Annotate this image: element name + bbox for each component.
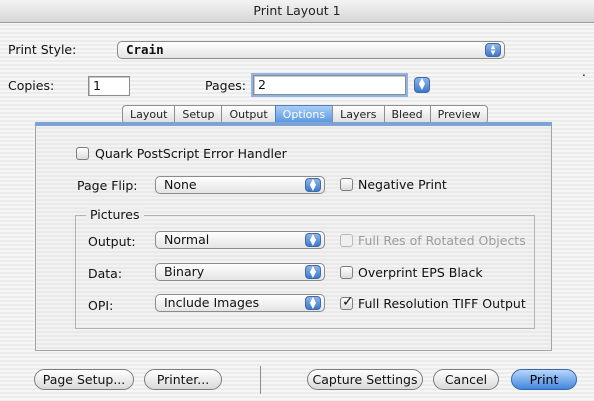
copies-label: Copies:	[8, 78, 55, 93]
pictures-group-title: Pictures	[86, 207, 144, 222]
overprint-eps-checkbox[interactable]	[340, 266, 353, 279]
negative-print-label: Negative Print	[358, 177, 447, 192]
cancel-button[interactable]: Cancel	[433, 369, 499, 390]
pages-field[interactable]: 2	[253, 75, 406, 95]
printer-button[interactable]: Printer...	[144, 369, 222, 390]
full-res-tiff-label: Full Resolution TIFF Output	[358, 296, 526, 311]
page-setup-button[interactable]: Page Setup...	[34, 369, 134, 390]
error-handler-label: Quark PostScript Error Handler	[95, 146, 287, 161]
print-button[interactable]: Print	[511, 369, 577, 390]
opi-label: OPI:	[88, 298, 114, 313]
button-separator	[260, 366, 261, 394]
error-handler-checkbox[interactable]	[76, 147, 89, 160]
window-title: Print Layout 1	[0, 0, 594, 23]
panel-divider	[35, 122, 552, 126]
print-style-popup[interactable]: Crain ▲ ▼	[117, 41, 505, 59]
negative-print-checkbox[interactable]	[340, 178, 353, 191]
data-label: Data:	[88, 266, 123, 281]
output-label: Output:	[88, 234, 136, 249]
pages-popup-arrows-icon[interactable]: ▲ ▼	[414, 77, 430, 93]
opi-popup[interactable]: Include Images ▲ ▼	[155, 294, 325, 312]
popup-arrows-icon: ▲ ▼	[305, 178, 321, 192]
opi-value: Include Images	[164, 295, 260, 310]
popup-arrows-icon: ▲ ▼	[485, 43, 501, 57]
print-style-value: Crain	[126, 42, 164, 57]
full-res-rotated-label: Full Res of Rotated Objects	[358, 233, 526, 248]
print-style-label: Print Style:	[8, 42, 77, 57]
checkmark-icon: ✓	[342, 294, 354, 310]
output-popup[interactable]: Normal ▲ ▼	[155, 231, 325, 249]
output-value: Normal	[164, 232, 210, 247]
full-res-rotated-checkbox	[340, 234, 353, 247]
popup-arrows-icon: ▲ ▼	[305, 296, 321, 310]
data-value: Binary	[164, 264, 205, 279]
full-res-tiff-checkbox[interactable]: ✓	[340, 294, 354, 310]
popup-arrows-icon: ▲ ▼	[305, 265, 321, 279]
window-edge-mark: .	[582, 65, 586, 79]
print-dialog: Print Layout 1 . Print Style: Crain ▲ ▼ C…	[0, 0, 594, 401]
page-flip-label: Page Flip:	[77, 178, 138, 193]
data-popup[interactable]: Binary ▲ ▼	[155, 263, 325, 281]
page-flip-popup[interactable]: None ▲ ▼	[155, 176, 325, 194]
capture-settings-button[interactable]: Capture Settings	[307, 369, 423, 390]
pages-label: Pages:	[205, 78, 246, 93]
copies-field[interactable]: 1	[88, 76, 130, 96]
overprint-eps-label: Overprint EPS Black	[358, 265, 483, 280]
page-flip-value: None	[164, 177, 197, 192]
popup-arrows-icon: ▲ ▼	[305, 233, 321, 247]
